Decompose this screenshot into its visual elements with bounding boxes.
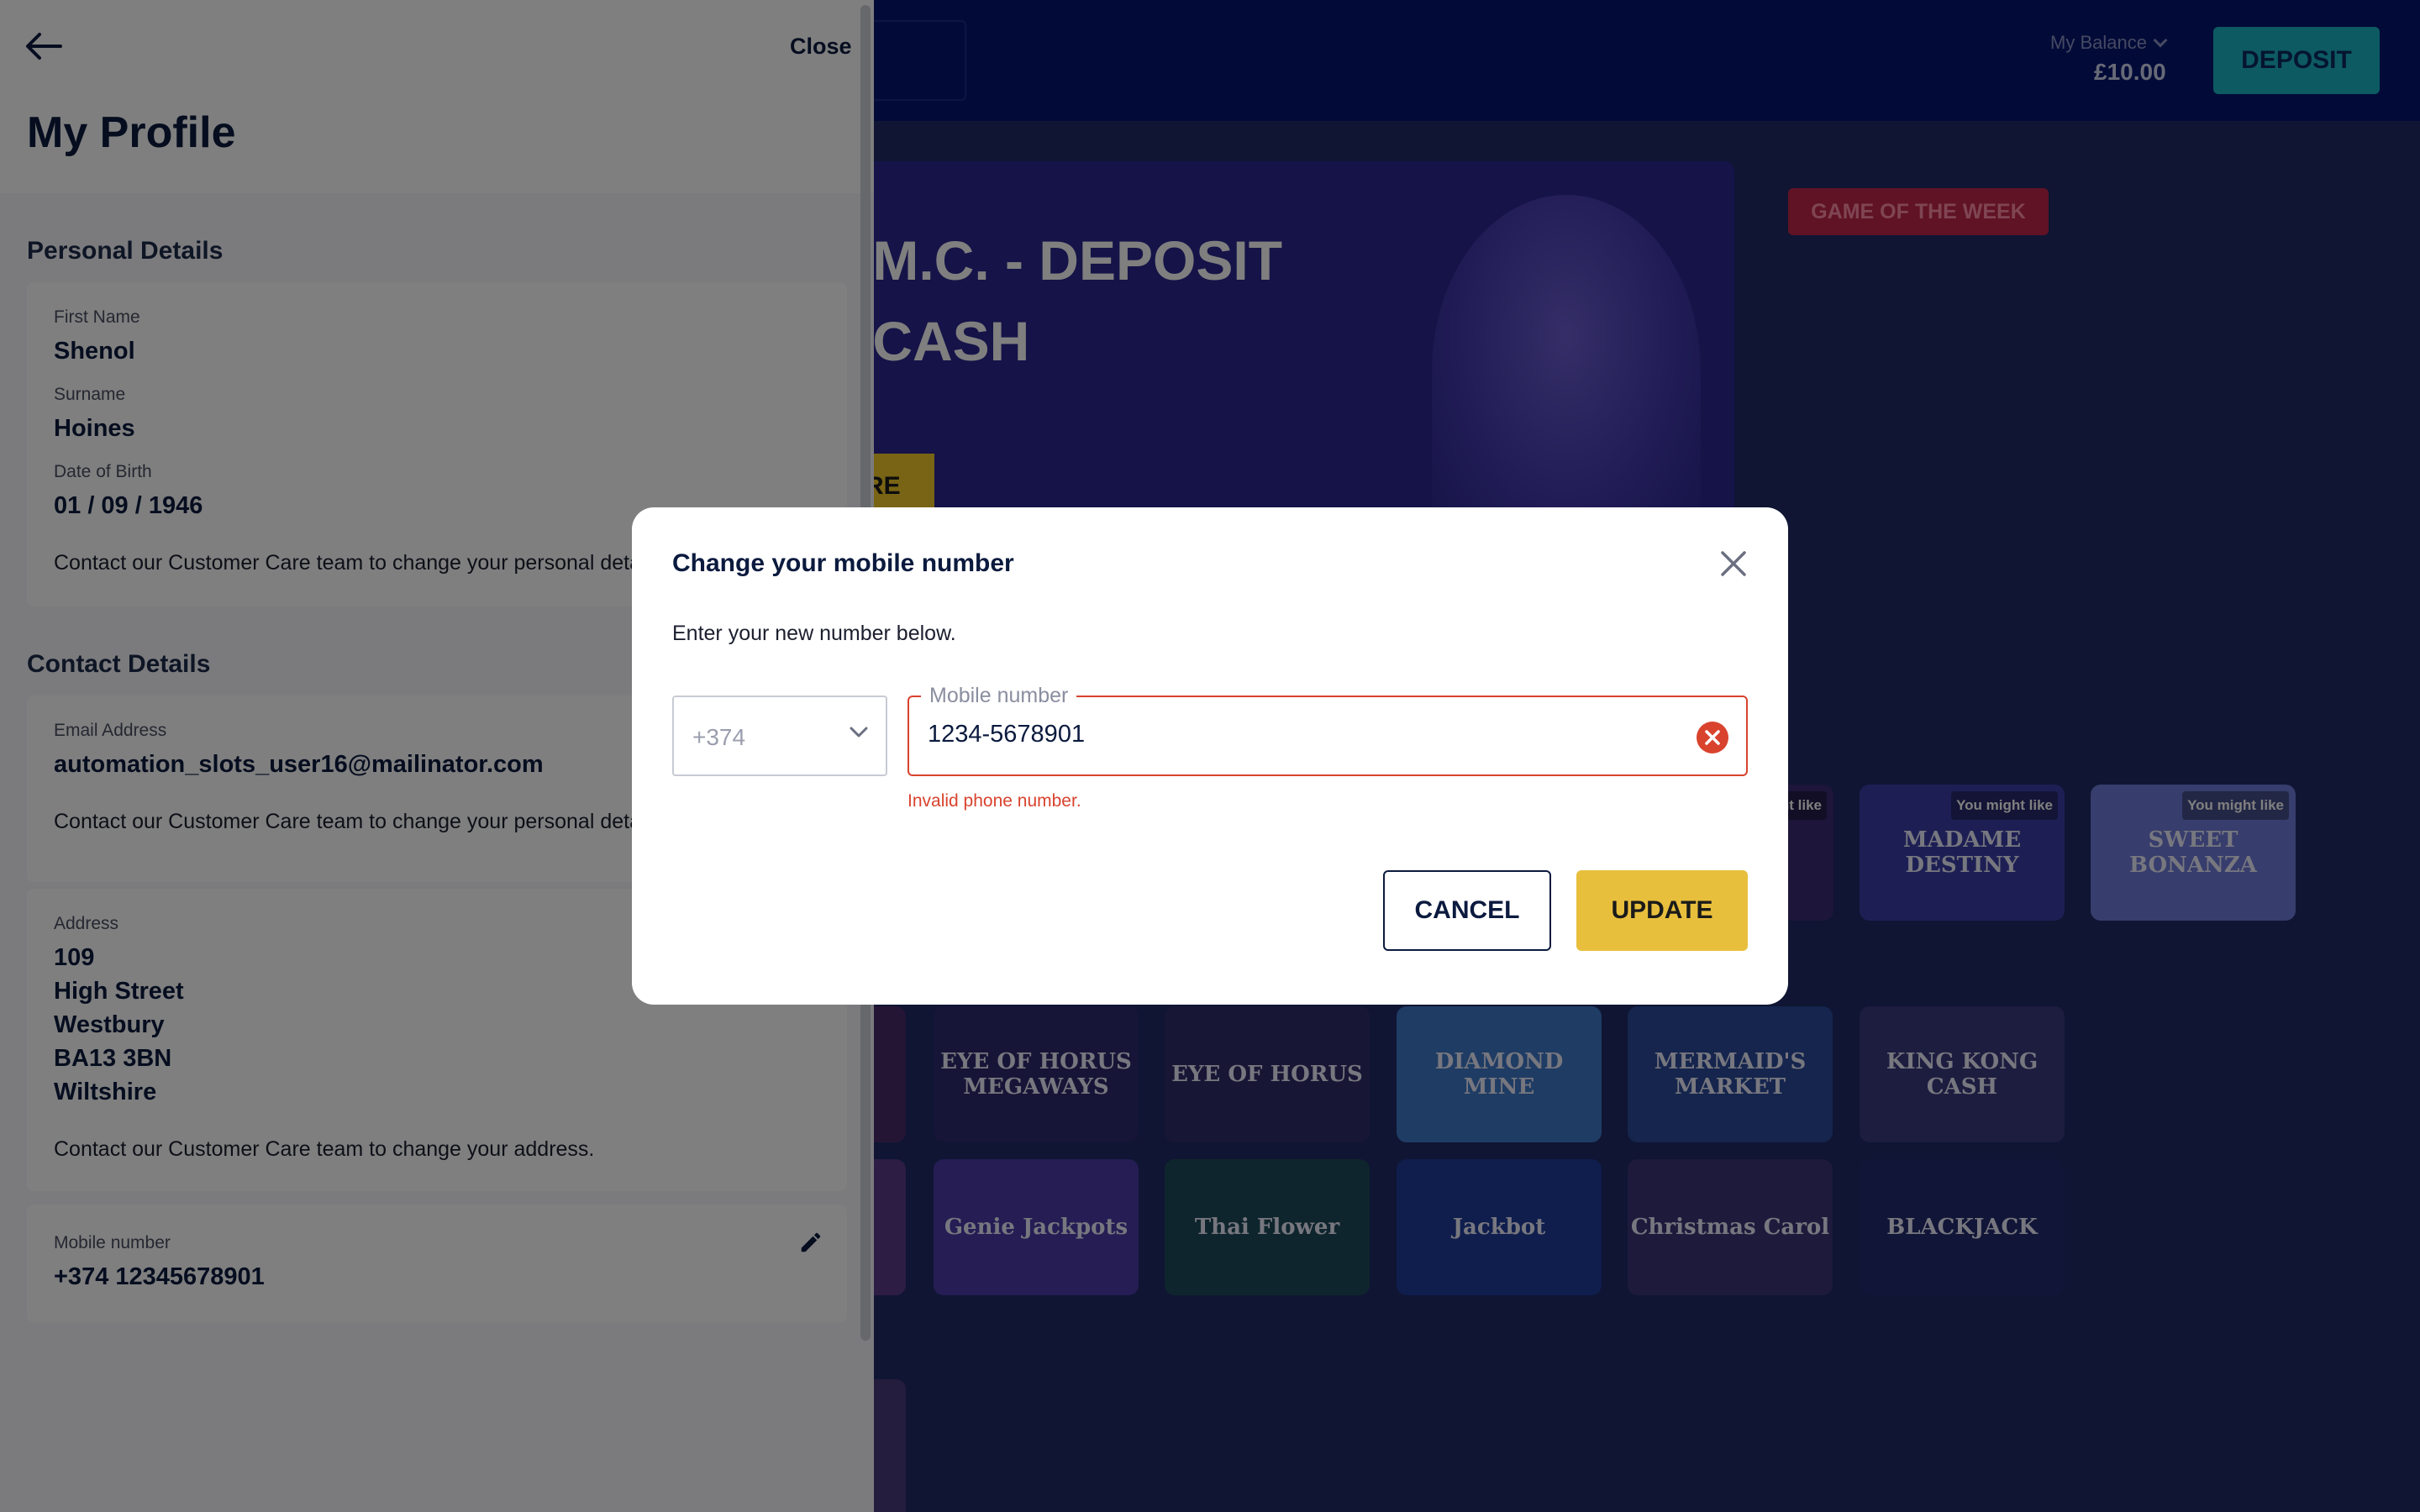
mobile-number-label: Mobile number (921, 684, 1077, 708)
modal-title: Change your mobile number (672, 549, 1014, 577)
cancel-button[interactable]: CANCEL (1383, 870, 1551, 951)
change-mobile-modal: Change your mobile number Enter your new… (632, 507, 1788, 1005)
chevron-down-icon (850, 727, 868, 738)
clear-input-icon[interactable] (1696, 721, 1729, 754)
modal-subtitle: Enter your new number below. (672, 622, 956, 645)
mobile-number-value: 1234-5678901 (928, 721, 1086, 748)
update-button[interactable]: UPDATE (1576, 870, 1748, 951)
close-icon[interactable] (1719, 549, 1748, 578)
mobile-number-input[interactable]: Mobile number 1234-5678901 (908, 684, 1748, 776)
country-code-select[interactable]: +374 (672, 696, 887, 776)
country-code-value: +374 (692, 724, 746, 750)
mobile-error-message: Invalid phone number. (908, 791, 1081, 811)
